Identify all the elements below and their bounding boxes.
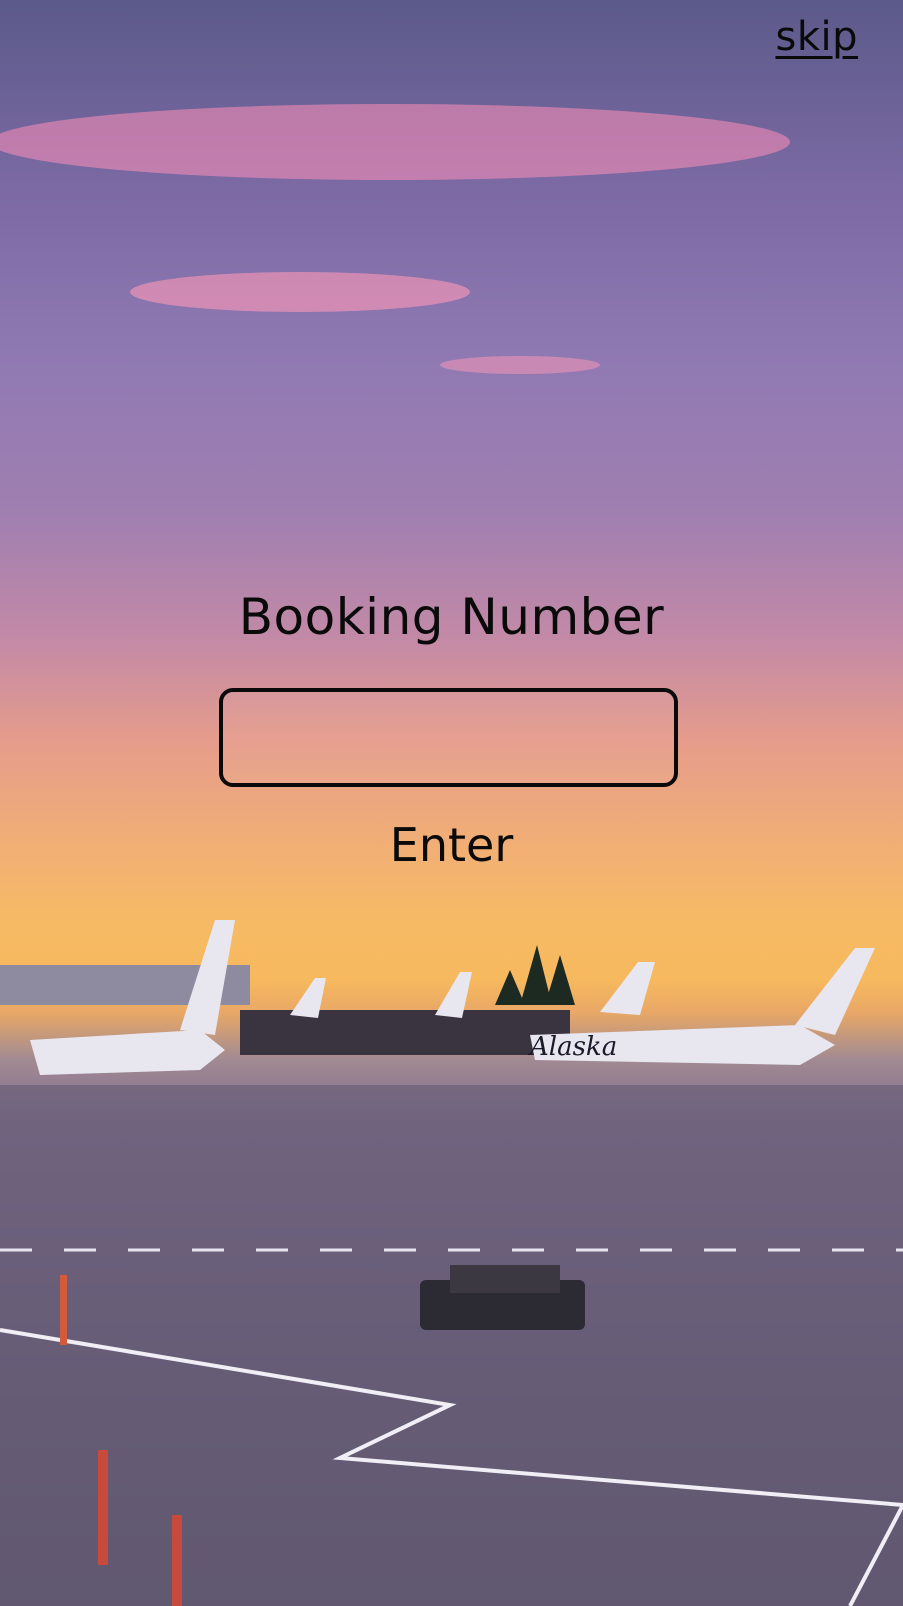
tree (520, 945, 552, 1005)
cloud (0, 104, 790, 180)
safety-post (98, 1450, 108, 1565)
enter-button[interactable]: Enter (0, 818, 903, 872)
airplane-tail (795, 948, 875, 1035)
skip-link[interactable]: skip (775, 14, 858, 60)
tree (495, 970, 525, 1005)
booking-screen: Alaska skip Booking Number Enter (0, 0, 903, 1606)
safety-post (172, 1515, 182, 1606)
cloud (440, 356, 600, 374)
plane-livery-text: Alaska (528, 1032, 617, 1062)
page-title: Booking Number (238, 588, 665, 646)
airport-sunset-background: Alaska (0, 104, 903, 1606)
airplane (30, 1030, 225, 1075)
airplane-tail (600, 962, 655, 1015)
tarmac (0, 1085, 903, 1606)
jet-bridge (240, 1010, 570, 1055)
safety-post (60, 1275, 67, 1345)
booking-number-input[interactable] (219, 688, 678, 787)
ground-vehicle (450, 1265, 560, 1293)
cloud (130, 272, 470, 312)
tree (545, 955, 575, 1005)
